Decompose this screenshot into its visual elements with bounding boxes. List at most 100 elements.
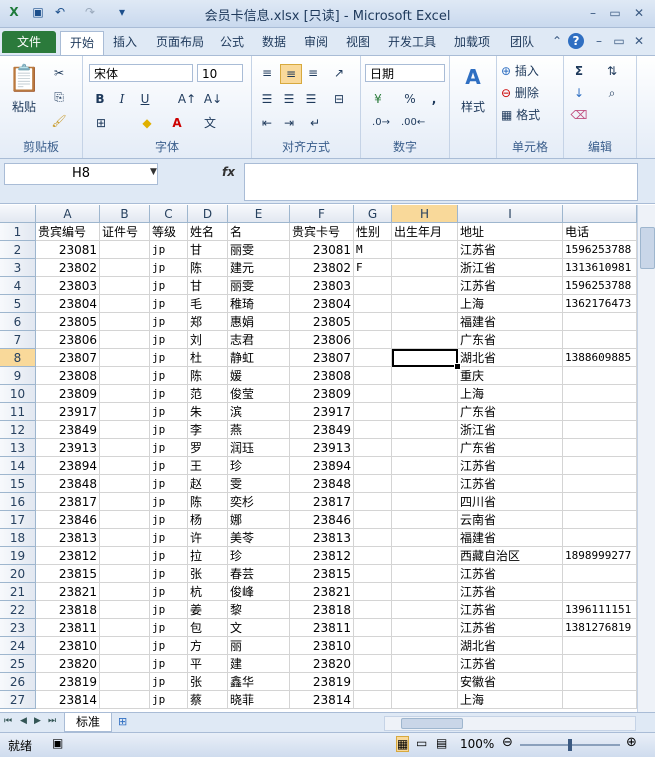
decrease-indent-icon[interactable]: ⇤ [258,114,276,132]
data-cell[interactable] [100,691,150,709]
data-cell[interactable] [354,565,392,583]
header-cell[interactable]: 名 [228,223,290,241]
vertical-scroll-thumb[interactable] [640,227,655,269]
data-cell[interactable] [354,583,392,601]
close-icon[interactable]: ✕ [630,5,648,21]
data-cell[interactable]: 燕 [228,421,290,439]
data-cell[interactable]: 甘 [188,277,228,295]
data-cell[interactable]: 23808 [36,367,100,385]
data-cell[interactable] [100,295,150,313]
data-cell[interactable]: 23814 [290,691,354,709]
data-cell[interactable]: 23917 [36,403,100,421]
data-cell[interactable]: 稚琦 [228,295,290,313]
data-cell[interactable]: jp [150,583,188,601]
data-cell[interactable] [100,367,150,385]
header-cell[interactable]: 出生年月 [392,223,458,241]
data-cell[interactable]: 安徽省 [458,673,563,691]
data-cell[interactable] [392,619,458,637]
header-cell[interactable]: 性别 [354,223,392,241]
data-cell[interactable]: 黎 [228,601,290,619]
data-cell[interactable]: 许 [188,529,228,547]
minimize-icon[interactable]: – [584,5,602,21]
data-cell[interactable]: 文 [228,619,290,637]
sheet-tab-standard[interactable]: 标准 [64,713,112,732]
data-cell[interactable] [354,601,392,619]
borders-icon[interactable]: ⊞ [93,114,109,132]
data-cell[interactable]: 1396111151 [563,601,637,619]
data-cell[interactable] [563,457,637,475]
phonetic-icon[interactable]: 文 [201,114,219,132]
data-cell[interactable]: jp [150,493,188,511]
data-cell[interactable]: 23815 [290,565,354,583]
doc-close-icon[interactable]: ✕ [630,33,648,49]
doc-minimize-icon[interactable]: – [590,33,608,49]
paste-button[interactable]: 粘贴 [6,98,42,116]
insert-function-icon[interactable]: fx [222,165,235,179]
accounting-format-icon[interactable]: ¥ [367,90,389,108]
data-cell[interactable]: 朱 [188,403,228,421]
insert-cells-button[interactable]: ⊕ 插入 [501,62,561,80]
data-cell[interactable] [563,529,637,547]
data-cell[interactable] [392,637,458,655]
data-cell[interactable]: 上海 [458,385,563,403]
zoom-in-icon[interactable]: ⊕ [626,735,637,750]
data-cell[interactable]: 23810 [36,637,100,655]
data-cell[interactable] [354,367,392,385]
data-cell[interactable]: 美苓 [228,529,290,547]
data-cell[interactable] [354,619,392,637]
data-cell[interactable]: 静虹 [228,349,290,367]
data-cell[interactable]: 23810 [290,637,354,655]
tab-home[interactable]: 开始 [60,31,104,55]
data-cell[interactable] [392,673,458,691]
data-cell[interactable]: 23809 [36,385,100,403]
italic-icon[interactable]: I [115,90,129,108]
data-cell[interactable]: 23849 [36,421,100,439]
data-cell[interactable]: 江苏省 [458,277,563,295]
data-cell[interactable]: jp [150,565,188,583]
data-cell[interactable]: jp [150,439,188,457]
row-header[interactable]: 18 [0,529,36,547]
select-all-corner[interactable] [0,205,36,223]
row-header[interactable]: 4 [0,277,36,295]
align-bottom-icon[interactable]: ≡ [304,64,322,82]
data-cell[interactable]: 丽 [228,637,290,655]
data-cell[interactable]: 刘 [188,331,228,349]
prev-sheet-icon[interactable]: ◀ [20,716,27,726]
data-cell[interactable]: 1388609885 [563,349,637,367]
horizontal-scrollbar[interactable] [384,716,636,731]
data-cell[interactable]: 湖北省 [458,637,563,655]
row-header[interactable]: 21 [0,583,36,601]
data-cell[interactable]: 广东省 [458,403,563,421]
data-cell[interactable]: jp [150,547,188,565]
data-cell[interactable] [354,511,392,529]
data-cell[interactable]: jp [150,367,188,385]
column-header[interactable]: B [100,205,150,223]
data-cell[interactable]: 赵 [188,475,228,493]
header-cell[interactable]: 等级 [150,223,188,241]
data-cell[interactable] [563,673,637,691]
data-cell[interactable]: 23821 [290,583,354,601]
data-cell[interactable] [100,601,150,619]
data-cell[interactable]: 张 [188,565,228,583]
data-cell[interactable]: 1313610981 [563,259,637,277]
data-cell[interactable]: 云南省 [458,511,563,529]
data-cell[interactable]: jp [150,241,188,259]
data-cell[interactable] [563,691,637,709]
data-cell[interactable] [100,493,150,511]
data-cell[interactable] [354,529,392,547]
data-cell[interactable]: 惠娟 [228,313,290,331]
data-cell[interactable]: 范 [188,385,228,403]
fill-color-icon[interactable]: ◆ [139,114,155,132]
column-header[interactable]: A [36,205,100,223]
restore-icon[interactable]: ▭ [606,5,624,21]
header-cell[interactable]: 地址 [458,223,563,241]
data-cell[interactable]: 陈 [188,493,228,511]
data-cell[interactable] [354,637,392,655]
data-cell[interactable]: 王 [188,457,228,475]
data-cell[interactable]: 23818 [290,601,354,619]
data-cell[interactable]: 1596253788 [563,241,637,259]
data-cell[interactable]: 包 [188,619,228,637]
page-layout-view-icon[interactable]: ▭ [416,736,427,750]
data-cell[interactable] [100,619,150,637]
data-cell[interactable]: 江苏省 [458,241,563,259]
